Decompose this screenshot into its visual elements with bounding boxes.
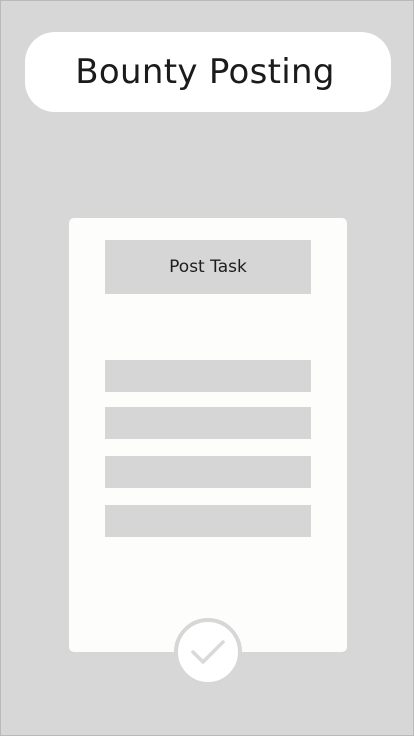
checkmark-icon <box>191 640 225 664</box>
task-field-4[interactable] <box>105 505 311 537</box>
post-task-button[interactable]: Post Task <box>105 240 311 294</box>
app-screen: Bounty Posting Post Task <box>0 0 414 736</box>
confirm-button[interactable] <box>174 618 242 686</box>
task-field-1[interactable] <box>105 360 311 392</box>
header-bar: Bounty Posting <box>25 32 391 112</box>
task-field-2[interactable] <box>105 407 311 439</box>
task-field-3[interactable] <box>105 456 311 488</box>
task-form-card: Post Task <box>69 218 347 652</box>
page-title: Bounty Posting <box>75 52 335 92</box>
